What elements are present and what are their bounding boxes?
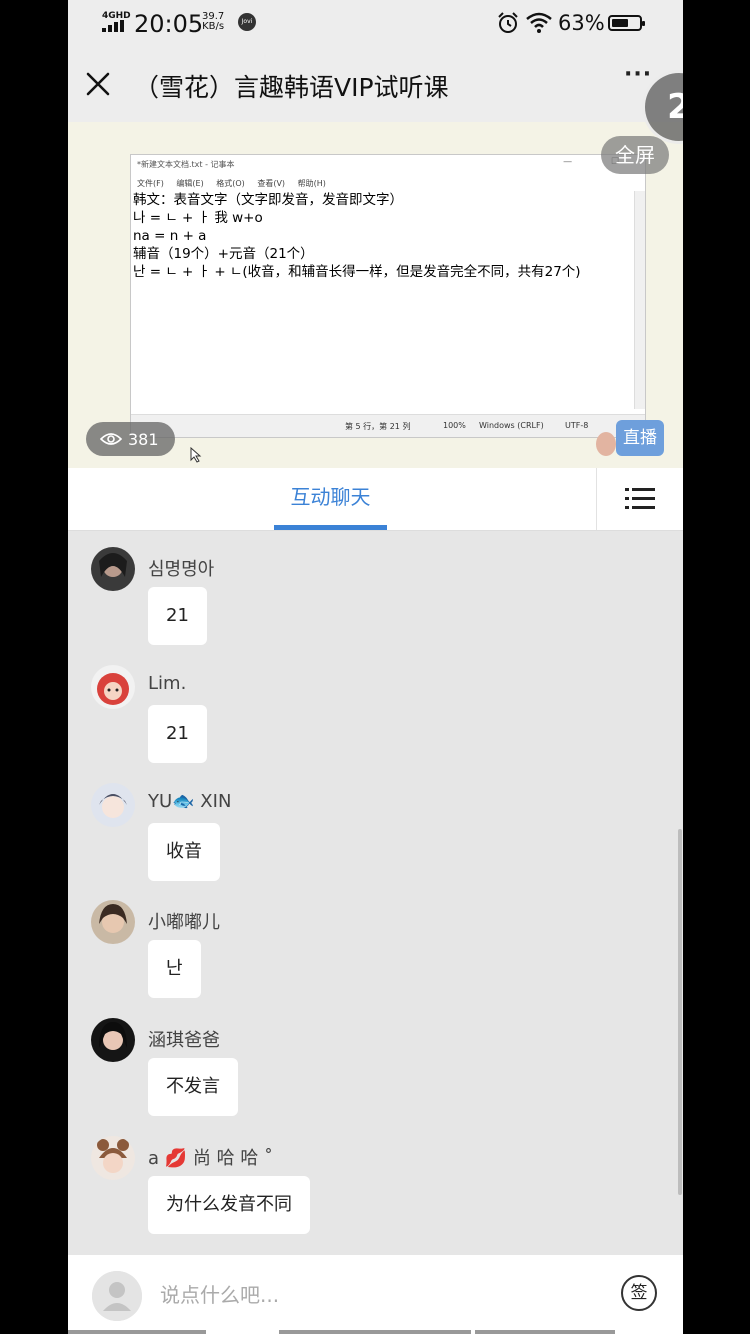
wifi-icon (526, 12, 552, 33)
notepad-menu: 文件(F) 编辑(E) 格式(O) 查看(V) 帮助(H) (137, 178, 336, 189)
menu-view: 查看(V) (257, 179, 286, 188)
home-indicator (279, 1330, 471, 1334)
chat-input[interactable]: 说点什么吧... (160, 1279, 279, 1308)
username: 涵琪爸爸 (148, 1030, 220, 1051)
avatar (91, 900, 135, 944)
battery-icon (608, 15, 645, 31)
home-indicator (475, 1330, 615, 1334)
viewer-count: 381 (86, 422, 175, 456)
notepad-statusbar: 第 5 行，第 21 列 100% Windows (CRLF) UTF-8 (131, 414, 645, 437)
menu-file: 文件(F) (137, 179, 164, 188)
chat-scrollbar[interactable] (678, 829, 682, 1195)
avatar (91, 1018, 135, 1062)
notepad-scrollbar (634, 191, 645, 409)
message-bubble: 21 (148, 705, 207, 763)
speed-unit: KB/s (202, 21, 225, 32)
encoding: UTF-8 (565, 421, 589, 430)
more-menu-button[interactable]: ··· (624, 62, 652, 87)
menu-edit: 编辑(E) (176, 179, 204, 188)
network-speed: 39.7 KB/s (202, 12, 224, 32)
message-bubble: 不发言 (148, 1058, 238, 1116)
tab-chat-label: 互动聊天 (290, 485, 371, 509)
tab-chat[interactable]: 互动聊天 (274, 468, 387, 530)
sign-in-button[interactable]: 签 (621, 1275, 657, 1311)
username: a 💋 尚 哈 哈 ˚ (148, 1148, 274, 1169)
username: Lim. (148, 673, 187, 694)
page-title: （雪花）言趣韩语VIP试听课 (134, 73, 449, 102)
user-avatar-icon (92, 1271, 142, 1321)
notepad-window: *新建文本文档.txt - 记事本 — ☐ 文件(F) 编辑(E) 格式(O) … (130, 154, 646, 438)
fullscreen-button[interactable]: 全屏 (601, 136, 669, 174)
eye-icon (100, 433, 122, 445)
message-bubble: 收音 (148, 823, 220, 881)
notepad-line: 韩文：表音文字（文字即发音，发音即文字） (133, 192, 403, 208)
avatar (91, 783, 135, 827)
input-bar: 说点什么吧... 签 (68, 1255, 683, 1334)
zoom-level: 100% (443, 421, 466, 430)
phone-screen: 4GHD 20:05 39.7 KB/s Jovi 63% （雪花）言趣韩语VI… (68, 0, 683, 1334)
presenter-thumbnail (596, 432, 616, 456)
notepad-line: 난 = ㄴ + ㅏ + ㄴ(收音，和辅音长得一样，但是发音完全不同，共有27个) (133, 264, 581, 280)
notepad-title: *新建文本文档.txt - 记事本 (137, 160, 235, 169)
menu-format: 格式(O) (216, 179, 245, 188)
username: YU🐟 XIN (148, 791, 232, 812)
avatar (91, 665, 135, 709)
video-player[interactable]: *新建文本文档.txt - 记事本 — ☐ 文件(F) 编辑(E) 格式(O) … (68, 122, 683, 468)
tab-bar: 互动聊天 (68, 468, 683, 531)
clock: 20:05 (134, 10, 204, 38)
notepad-line: na = n + a (133, 228, 207, 244)
message-bubble: 为什么发音不同 (148, 1176, 310, 1234)
menu-help: 帮助(H) (297, 179, 326, 188)
notepad-line: 나 = ㄴ + ㅏ 我 w+o (133, 210, 263, 226)
message-bubble: 21 (148, 587, 207, 645)
notepad-content: 韩文：表音文字（文字即发音，发音即文字） 나 = ㄴ + ㅏ 我 w+o na … (133, 191, 581, 281)
avatar (91, 1136, 135, 1180)
viewer-count-value: 381 (128, 429, 159, 449)
battery-percent: 63% (558, 11, 605, 35)
signal-icon (102, 20, 124, 32)
jovi-icon: Jovi (238, 13, 256, 31)
cursor-position: 第 5 行，第 21 列 (345, 422, 411, 431)
alarm-icon (498, 12, 518, 33)
username: 小嘟嘟儿 (148, 912, 220, 933)
close-icon[interactable] (84, 70, 112, 98)
message-bubble: 난 (148, 940, 201, 998)
avatar (91, 547, 135, 591)
chat-list[interactable]: 심명명아 21 Lim. 21 YU🐟 XIN 收音 小嘟嘟儿 난 涵琪爸爸 不… (68, 531, 683, 1255)
title-bar: （雪花）言趣韩语VIP试听课 ··· (68, 48, 683, 122)
home-indicator (68, 1330, 206, 1334)
notepad-line: 辅音（19个）+元音（21个） (133, 246, 314, 262)
battery-fill (612, 19, 629, 27)
live-badge: 直播 (616, 420, 664, 456)
list-menu-icon[interactable] (625, 485, 655, 513)
tab-divider (596, 468, 597, 530)
status-bar: 4GHD 20:05 39.7 KB/s Jovi 63% (68, 0, 683, 48)
username: 심명명아 (148, 559, 215, 580)
line-ending: Windows (CRLF) (479, 421, 544, 430)
mouse-cursor-icon (190, 447, 202, 463)
tab-underline (274, 525, 387, 530)
